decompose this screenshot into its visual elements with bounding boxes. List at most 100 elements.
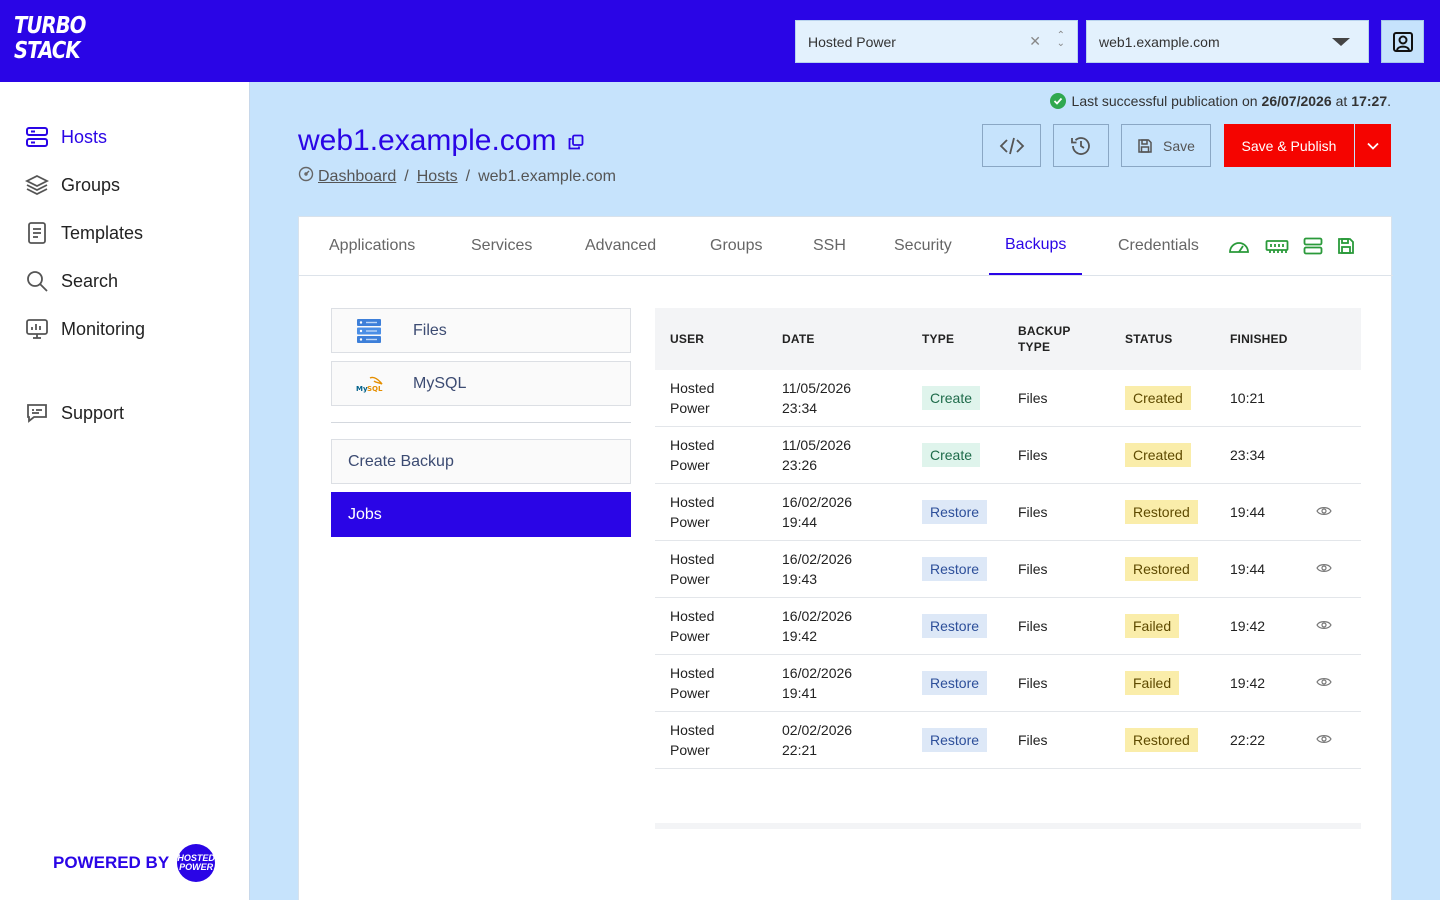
- status-badge: Restored: [1125, 500, 1198, 524]
- table-row: Hosted Power 11/05/2026 23:26 Create Files Cre…: [655, 427, 1361, 484]
- dashboard-icon: [298, 166, 314, 187]
- breadcrumb-current: web1.example.com: [478, 167, 616, 185]
- cell-finished: 22:22: [1230, 732, 1266, 748]
- cell-backup-type: Files: [1018, 504, 1048, 520]
- layers-icon: [24, 172, 50, 198]
- cell-date: 16/02/2026 19:44: [782, 494, 853, 530]
- history-button[interactable]: [1053, 124, 1109, 167]
- cell-date: 02/02/2026 22:21: [782, 722, 853, 758]
- backup-source-mysql[interactable]: My SQL MySQL: [331, 361, 631, 406]
- gauge-icon[interactable]: [1228, 237, 1250, 260]
- backup-jobs-table: USER DATE TYPE BACKUP TYPE STATUS FINISH…: [655, 308, 1361, 828]
- user-profile-button[interactable]: [1381, 20, 1424, 63]
- clear-icon[interactable]: ✕: [1029, 33, 1041, 50]
- sidebar-item-hosts[interactable]: Hosts: [24, 124, 107, 150]
- tab-credentials[interactable]: Credentials: [1102, 217, 1215, 275]
- document-icon: [24, 220, 50, 246]
- sidebar: Hosts Groups Templates Search Monitoring…: [0, 82, 250, 900]
- copy-icon[interactable]: [568, 124, 584, 158]
- sidebar-item-templates[interactable]: Templates: [24, 220, 143, 246]
- cell-finished: 19:44: [1230, 504, 1266, 520]
- floppy-icon: [1138, 138, 1152, 153]
- code-icon: [999, 137, 1024, 154]
- sidebar-item-search[interactable]: Search: [24, 268, 118, 294]
- status-badge: Created: [1125, 386, 1191, 410]
- jobs-button[interactable]: Jobs: [331, 492, 631, 537]
- eye-icon[interactable]: [1316, 618, 1332, 636]
- cell-date: 16/02/2026 19:43: [782, 551, 853, 587]
- svg-text:SQL: SQL: [367, 385, 383, 393]
- sidebar-item-groups[interactable]: Groups: [24, 172, 120, 198]
- breadcrumb: Dashboard / Hosts / web1.example.com: [298, 166, 616, 187]
- type-badge: Restore: [922, 614, 988, 638]
- top-bar: TURBO STACK Hosted Power ✕ ⌃ ⌄ web1.examp…: [0, 0, 1440, 82]
- mysql-icon: My SQL: [356, 374, 384, 399]
- backup-source-files[interactable]: Files: [331, 308, 631, 353]
- save-button[interactable]: Save: [1121, 124, 1211, 167]
- type-badge: Restore: [922, 557, 988, 581]
- side-divider: [331, 422, 631, 423]
- eye-icon[interactable]: [1316, 675, 1332, 693]
- turbostack-logo[interactable]: TURBO STACK: [14, 14, 86, 68]
- host-select-value: web1.example.com: [1099, 33, 1220, 50]
- publication-status: Last successful publication on 26/07/202…: [1049, 93, 1391, 109]
- disk-save-icon[interactable]: [1337, 237, 1355, 260]
- tab-ssh[interactable]: SSH: [797, 217, 862, 275]
- hosted-power-logo[interactable]: HOSTED POWER: [177, 844, 216, 882]
- tab-advanced[interactable]: Advanced: [569, 217, 672, 275]
- type-badge: Restore: [922, 728, 988, 752]
- code-view-button[interactable]: [982, 124, 1041, 167]
- tab-security[interactable]: Security: [878, 217, 968, 275]
- column-date: DATE: [782, 332, 815, 346]
- eye-icon[interactable]: [1316, 504, 1332, 522]
- cell-finished: 19:42: [1230, 618, 1266, 634]
- column-finished: FINISHED: [1230, 332, 1288, 346]
- chat-icon: [24, 400, 50, 426]
- type-badge: Create: [922, 386, 981, 410]
- caret-down-icon: [1332, 38, 1350, 46]
- publish-options-button[interactable]: [1355, 124, 1391, 167]
- tab-bar: Applications Services Advanced Groups SS…: [299, 217, 1393, 276]
- column-status: STATUS: [1125, 332, 1173, 346]
- updown-icon: ⌃ ⌄: [1056, 30, 1065, 49]
- host-select[interactable]: web1.example.com: [1086, 20, 1369, 63]
- save-and-publish-button[interactable]: Save & Publish: [1224, 124, 1354, 167]
- column-type: TYPE: [922, 332, 955, 346]
- organization-select[interactable]: Hosted Power ✕ ⌃ ⌄: [795, 20, 1078, 63]
- type-badge: Restore: [922, 500, 988, 524]
- create-backup-button[interactable]: Create Backup: [331, 439, 631, 484]
- sidebar-item-support[interactable]: Support: [24, 400, 124, 426]
- cell-date: 16/02/2026 19:42: [782, 608, 853, 644]
- cell-backup-type: Files: [1018, 732, 1048, 748]
- cell-finished: 19:42: [1230, 675, 1266, 691]
- tab-groups[interactable]: Groups: [694, 217, 778, 275]
- status-badge: Failed: [1125, 614, 1180, 638]
- cell-finished: 23:34: [1230, 447, 1266, 463]
- cell-date: 11/05/2026 23:34: [782, 380, 852, 416]
- breadcrumb-dashboard[interactable]: Dashboard: [318, 168, 396, 186]
- table-row: Hosted Power 16/02/2026 19:41 Restore Files Fa…: [655, 655, 1361, 712]
- cell-date: 11/05/2026 23:26: [782, 437, 852, 473]
- tab-services[interactable]: Services: [455, 217, 548, 275]
- history-icon: [1071, 136, 1090, 155]
- cell-backup-type: Files: [1018, 561, 1048, 577]
- table-header: USER DATE TYPE BACKUP TYPE STATUS FINISH…: [655, 308, 1361, 370]
- table-row: Hosted Power 16/02/2026 19:43 Restore Files Re…: [655, 541, 1361, 598]
- breadcrumb-hosts[interactable]: Hosts: [417, 168, 458, 186]
- files-database-icon: [356, 318, 382, 349]
- table-footer: [655, 823, 1361, 829]
- page-title: web1.example.com: [298, 124, 584, 158]
- organization-select-value: Hosted Power: [808, 33, 896, 50]
- cell-user: Hosted Power: [670, 665, 715, 701]
- search-icon: [24, 268, 50, 294]
- eye-icon[interactable]: [1316, 561, 1332, 579]
- tab-backups[interactable]: Backups: [989, 217, 1083, 275]
- eye-icon[interactable]: [1316, 732, 1332, 750]
- sidebar-item-monitoring[interactable]: Monitoring: [24, 316, 145, 342]
- server-status-icon[interactable]: [1303, 237, 1323, 260]
- tab-applications[interactable]: Applications: [313, 217, 431, 275]
- memory-icon[interactable]: [1265, 237, 1289, 260]
- cell-user: Hosted Power: [670, 722, 715, 758]
- chevron-down-icon: [1367, 142, 1379, 150]
- check-circle-icon: [1049, 93, 1066, 109]
